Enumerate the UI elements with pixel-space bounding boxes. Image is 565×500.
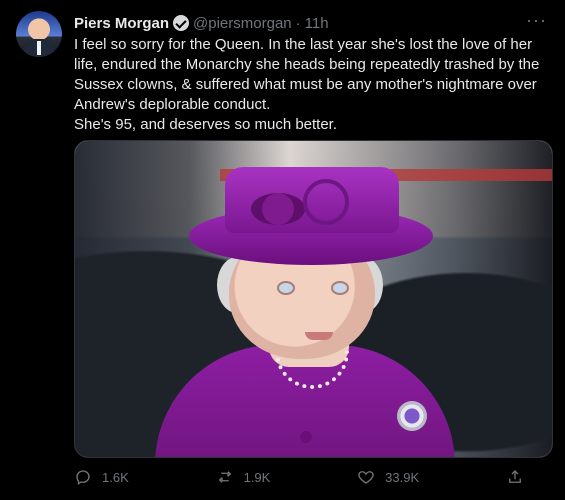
verified-badge-icon (173, 15, 190, 31)
eye-left (277, 281, 295, 295)
tweet: Piers Morgan @piersmorgan · 11h ··· I fe… (0, 0, 565, 500)
handle[interactable]: @piersmorgan (193, 15, 292, 32)
eye-right (331, 281, 349, 295)
heart-icon (358, 471, 374, 484)
tweet-header: Piers Morgan @piersmorgan · 11h (74, 12, 329, 34)
reply-icon (76, 470, 90, 486)
coat-button (300, 431, 312, 443)
avatar-tie (37, 41, 41, 55)
retweet-count: 1.9K (243, 469, 271, 485)
retweet-button[interactable]: 1.9K (216, 468, 271, 486)
mouth (305, 332, 333, 340)
retweet-icon (218, 471, 231, 483)
tweet-photo[interactable] (74, 140, 553, 458)
separator: · (295, 14, 301, 32)
tweet-actions: 1.6K 1.9K 33.9K (74, 462, 524, 492)
share-icon (509, 470, 521, 483)
brooch (397, 401, 427, 431)
reply-button[interactable]: 1.6K (74, 468, 129, 486)
hat-loop (303, 179, 349, 225)
timestamp[interactable]: 11h (305, 15, 329, 32)
share-button[interactable] (506, 468, 524, 486)
avatar[interactable] (16, 11, 62, 57)
hat-pompom (251, 193, 305, 225)
more-options-icon[interactable]: ··· (526, 10, 547, 31)
tweet-text: I feel so sorry for the Queen. In the la… (74, 36, 540, 133)
display-name[interactable]: Piers Morgan (74, 15, 169, 32)
like-count: 33.9K (385, 469, 420, 485)
like-button[interactable]: 33.9K (357, 468, 419, 486)
reply-count: 1.6K (102, 469, 129, 485)
